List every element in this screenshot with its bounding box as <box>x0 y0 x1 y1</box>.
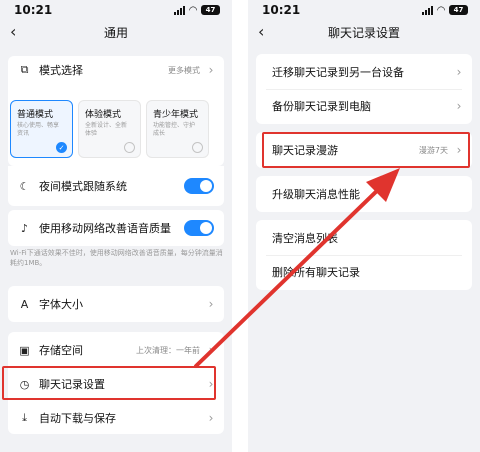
storage-row[interactable]: ▣ 存储空间 上次清理：一年前 › <box>8 334 224 366</box>
download-icon: ⤓ <box>22 411 27 424</box>
mode-option-experience[interactable]: 体验模式 全新设计、全新体验 <box>78 100 141 158</box>
chat-history-settings-screen: 10:21 ◠ 47 ‹ 聊天记录设置 迁移聊天记录到另一台设备 › 备份聊天记… <box>248 0 480 452</box>
status-bar: 10:21 ◠ 47 <box>0 0 232 20</box>
back-icon[interactable]: ‹ <box>258 22 264 41</box>
status-time: 10:21 <box>14 3 53 17</box>
radio-icon <box>192 142 203 153</box>
nav-bar: ‹ 聊天记录设置 <box>248 20 480 44</box>
mobile-audio-toggle[interactable] <box>184 220 214 236</box>
mobile-audio-row: ♪ 使用移动网络改善语音质量 <box>8 210 224 246</box>
chevron-right-icon: › <box>208 411 214 425</box>
night-mode-card: ☾ 夜间模式跟随系统 <box>8 166 224 206</box>
clear-group-card: 清空消息列表 删除所有聊天记录 <box>256 220 472 290</box>
night-mode-toggle[interactable] <box>184 178 214 194</box>
more-modes-link[interactable]: 更多模式 <box>168 65 200 76</box>
back-icon[interactable]: ‹ <box>10 22 16 41</box>
battery-icon: 47 <box>449 5 468 15</box>
chevron-right-icon: › <box>208 63 214 77</box>
highlight-box-chat-settings <box>2 366 216 400</box>
chevron-right-icon: › <box>456 65 462 79</box>
audio-signal-icon: ♪ <box>20 221 29 235</box>
upgrade-row[interactable]: 升级聊天消息性能 <box>256 176 472 212</box>
clear-list-row[interactable]: 清空消息列表 <box>256 222 472 254</box>
storage-icon: ▣ <box>19 343 30 357</box>
chevron-right-icon: › <box>208 297 214 311</box>
mobile-audio-card: ♪ 使用移动网络改善语音质量 <box>8 210 224 246</box>
mode-icon: ⧉ <box>20 63 29 76</box>
font-size-row[interactable]: A 字体大小 › <box>8 286 224 322</box>
night-mode-row: ☾ 夜间模式跟随系统 <box>8 166 224 206</box>
signal-icon <box>174 5 186 15</box>
auto-download-row[interactable]: ⤓ 自动下载与保存 › <box>8 402 224 434</box>
mode-option-normal[interactable]: 普通模式 核心使用、畅享资讯 ✓ <box>10 100 73 158</box>
mobile-audio-note: Wi-Fi下通话效果不佳时，使用移动网络改善语音质量，每分钟流量消耗约1MB。 <box>10 249 223 267</box>
moon-icon: ☾ <box>19 179 30 193</box>
mode-option-teen[interactable]: 青少年模式 功能管控、守护成长 <box>146 100 209 158</box>
upgrade-card: 升级聊天消息性能 <box>256 176 472 212</box>
status-time: 10:21 <box>262 3 301 17</box>
check-icon: ✓ <box>56 142 67 153</box>
mode-header: ⧉ 模式选择 更多模式 › <box>8 62 224 78</box>
wifi-icon: ◠ <box>437 4 445 16</box>
backup-row[interactable]: 备份聊天记录到电脑 › <box>256 90 472 122</box>
page-title: 聊天记录设置 <box>327 25 400 40</box>
chevron-right-icon: › <box>208 343 214 357</box>
wifi-icon: ◠ <box>189 4 197 16</box>
general-settings-screen: 10:21 ◠ 47 ‹ 通用 ⧉ 模式选择 更多模式 › 普通模式 核心使用、… <box>0 0 232 452</box>
nav-bar: ‹ 通用 <box>0 20 232 44</box>
page-title: 通用 <box>103 25 128 40</box>
migrate-row[interactable]: 迁移聊天记录到另一台设备 › <box>256 56 472 88</box>
mode-card: ⧉ 模式选择 更多模式 › 普通模式 核心使用、畅享资讯 ✓ 体验模式 全新设计… <box>8 56 224 166</box>
radio-icon <box>124 142 135 153</box>
highlight-box-roaming <box>262 132 470 168</box>
font-size-card: A 字体大小 › <box>8 286 224 322</box>
status-bar: 10:21 ◠ 47 <box>248 0 480 20</box>
battery-icon: 47 <box>201 5 220 15</box>
font-icon: A <box>20 297 29 311</box>
chevron-right-icon: › <box>456 99 462 113</box>
signal-icon <box>422 5 434 15</box>
migrate-group-card: 迁移聊天记录到另一台设备 › 备份聊天记录到电脑 › <box>256 54 472 124</box>
delete-all-row[interactable]: 删除所有聊天记录 <box>256 256 472 288</box>
